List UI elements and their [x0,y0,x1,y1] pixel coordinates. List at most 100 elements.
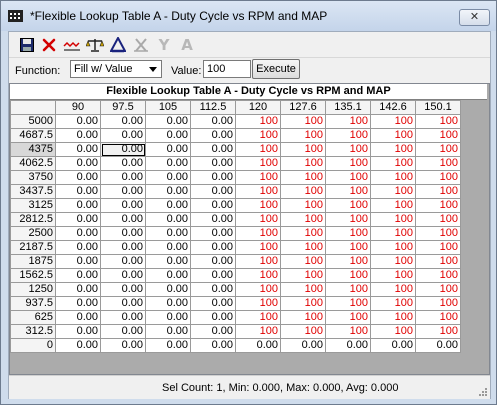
row-header[interactable]: 2500 [10,226,56,241]
table-cell[interactable]: 100 [280,142,326,157]
table-cell[interactable]: 100 [280,310,326,325]
table-cell[interactable]: 0.00 [100,212,146,227]
table-cell[interactable]: 100 [415,324,461,339]
table-cell[interactable]: 100 [370,142,416,157]
selected-cell[interactable]: 0.00 [100,142,146,157]
table-cell[interactable]: 100 [415,184,461,199]
table-cell[interactable]: 100 [370,296,416,311]
table-cell[interactable]: 0.00 [100,310,146,325]
table-cell[interactable]: 0.00 [145,212,191,227]
table-cell[interactable]: 100 [325,198,371,213]
table-cell[interactable]: 0.00 [55,324,101,339]
table-cell[interactable]: 100 [280,128,326,143]
table-cell[interactable]: 0.00 [145,338,191,353]
table-cell[interactable]: 0.00 [190,226,236,241]
table-cell[interactable]: 100 [280,296,326,311]
table-cell[interactable]: 100 [280,114,326,129]
row-header[interactable]: 4375 [10,142,56,157]
table-cell[interactable]: 100 [325,268,371,283]
table-cell[interactable]: 0.00 [190,338,236,353]
table-cell[interactable]: 0.00 [190,240,236,255]
table-cell[interactable]: 0.00 [190,310,236,325]
table-cell[interactable]: 100 [235,268,281,283]
row-header[interactable]: 2812.5 [10,212,56,227]
column-header[interactable]: 120 [235,100,281,115]
table-cell[interactable]: 100 [370,310,416,325]
row-header[interactable]: 1562.5 [10,268,56,283]
table-cell[interactable]: 0.00 [100,254,146,269]
table-cell[interactable]: 100 [235,184,281,199]
table-cell[interactable]: 0.00 [55,114,101,129]
table-cell[interactable]: 0.00 [55,156,101,171]
table-cell[interactable]: 100 [325,282,371,297]
table-cell[interactable]: 0.00 [100,268,146,283]
row-header[interactable]: 3750 [10,170,56,185]
table-cell[interactable]: 0.00 [145,128,191,143]
table-cell[interactable]: 0.00 [100,338,146,353]
table-cell[interactable]: 0.00 [190,212,236,227]
table-cell[interactable]: 100 [280,324,326,339]
table-cell[interactable]: 0.00 [55,338,101,353]
table-cell[interactable]: 100 [370,240,416,255]
row-header[interactable]: 5000 [10,114,56,129]
table-cell[interactable]: 100 [235,226,281,241]
table-cell[interactable]: 100 [325,310,371,325]
table-cell[interactable]: 100 [325,156,371,171]
table-cell[interactable]: 100 [280,240,326,255]
table-cell[interactable]: 0.00 [190,282,236,297]
table-cell[interactable]: 0.00 [55,128,101,143]
table-cell[interactable]: 0.00 [190,170,236,185]
column-header[interactable]: 105 [145,100,191,115]
table-cell[interactable]: 0.00 [145,142,191,157]
table-cell[interactable]: 100 [235,156,281,171]
save-button[interactable] [17,35,37,55]
value-input[interactable] [203,60,251,78]
table-cell[interactable]: 0.00 [145,282,191,297]
table-cell[interactable]: 100 [325,170,371,185]
row-header[interactable]: 1250 [10,282,56,297]
table-cell[interactable]: 0.00 [145,324,191,339]
table-cell[interactable]: 100 [280,254,326,269]
table-cell[interactable]: 0.00 [55,296,101,311]
table-cell[interactable]: 0.00 [55,240,101,255]
row-header[interactable]: 312.5 [10,324,56,339]
row-header[interactable]: 937.5 [10,296,56,311]
table-cell[interactable]: 100 [370,198,416,213]
table-cell[interactable]: 100 [370,282,416,297]
table-cell[interactable]: 100 [325,114,371,129]
table-cell[interactable]: 100 [235,254,281,269]
table-cell[interactable]: 0.00 [100,156,146,171]
table-cell[interactable]: 100 [280,212,326,227]
table-cell[interactable]: 0.00 [100,184,146,199]
table-cell[interactable]: 100 [415,170,461,185]
table-cell[interactable]: 0.00 [55,212,101,227]
table-cell[interactable]: 100 [415,226,461,241]
table-cell[interactable]: 100 [280,198,326,213]
table-cell[interactable]: 100 [280,170,326,185]
table-cell[interactable]: 0.00 [190,268,236,283]
table-cell[interactable]: 0.00 [100,198,146,213]
table-cell[interactable]: 100 [415,296,461,311]
table-cell[interactable]: 100 [280,184,326,199]
table-cell[interactable]: 100 [280,226,326,241]
table-cell[interactable]: 0.00 [235,338,281,353]
table-cell[interactable]: 100 [235,324,281,339]
execute-button[interactable]: Execute [252,59,300,79]
table-cell[interactable]: 0.00 [190,198,236,213]
table-cell[interactable]: 0.00 [55,310,101,325]
table-cell[interactable]: 100 [415,240,461,255]
table-cell[interactable]: 0.00 [55,142,101,157]
table-cell[interactable]: 100 [325,212,371,227]
axis-button[interactable]: Y [154,35,174,55]
table-cell[interactable]: 0.00 [55,184,101,199]
table-cell[interactable]: 0.00 [145,198,191,213]
table-cell[interactable]: 100 [415,268,461,283]
function-select[interactable]: Fill w/ Value [70,60,162,78]
table-cell[interactable]: 100 [370,114,416,129]
table-cell[interactable]: 0.00 [100,170,146,185]
table-cell[interactable]: 0.00 [190,114,236,129]
table-cell[interactable]: 0.00 [370,338,416,353]
row-header[interactable]: 625 [10,310,56,325]
column-header[interactable]: 90 [55,100,101,115]
table-cell[interactable]: 100 [235,282,281,297]
